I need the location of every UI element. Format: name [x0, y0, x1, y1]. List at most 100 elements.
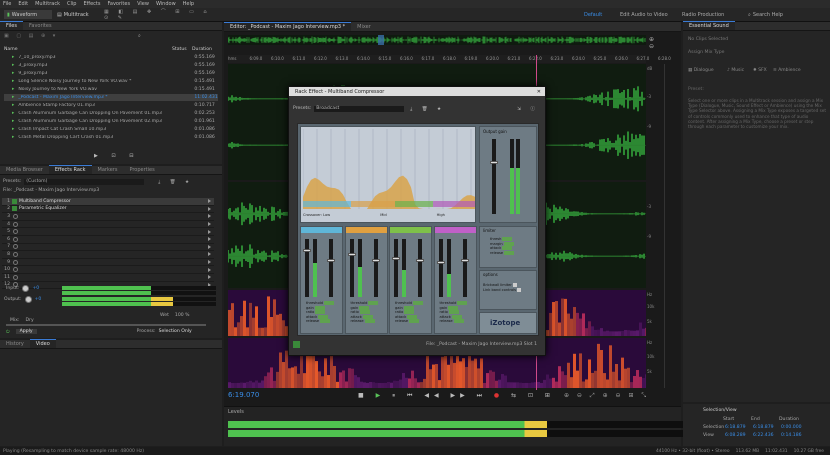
band-gain-fader[interactable]: [327, 239, 335, 297]
band-params[interactable]: threshold gain ratio attack release: [395, 301, 423, 324]
tool-icons[interactable]: ▦ ◧ ▤ ✥ ⌒ ⊞ ▭ ⌂ ⊙ ✎: [104, 9, 224, 21]
effect-slot[interactable]: 9: [2, 259, 214, 267]
waveform-button[interactable]: ▮ Waveform: [4, 10, 52, 19]
list-item[interactable]: ▸ _Podcast - Maxim Jago Interview.mp3 * 11…: [4, 94, 218, 101]
slot-power-icon[interactable]: [13, 236, 18, 242]
list-item[interactable]: ▸ Noisy Journey to New York VO.wav 0:15.49…: [4, 86, 218, 93]
list-item[interactable]: ▸ 9_proxy.mp3 0:55.169: [4, 70, 218, 77]
slot-power-icon[interactable]: [13, 244, 18, 250]
slot-power-icon[interactable]: [13, 259, 18, 265]
mix-type-music[interactable]: ♪ Music: [727, 66, 744, 75]
menu-window[interactable]: Window: [156, 1, 176, 7]
tab-markers[interactable]: Markers: [92, 166, 124, 174]
list-item[interactable]: ▸ Ambience Stamp Factory 01.mp3 0:10.717: [4, 102, 218, 109]
band-threshold-fader[interactable]: [347, 239, 356, 297]
dialog-preset-select[interactable]: Broadcast: [314, 105, 405, 112]
transport-controls[interactable]: ■ ▶ ⏸ ⏮ ◀◀ ▶▶ ⏭ ● ⇆ ⊡ ⊞: [358, 392, 555, 400]
files-transport[interactable]: ▶ ⊡ ⊟: [94, 153, 139, 159]
tab-files[interactable]: Files: [0, 21, 23, 30]
workspace-default[interactable]: Default: [584, 10, 612, 20]
menu-multitrack[interactable]: Multitrack: [35, 1, 60, 7]
effect-slot[interactable]: 1 Multiband Compressor: [2, 198, 214, 206]
band-threshold-fader[interactable]: [303, 239, 311, 297]
list-item[interactable]: ▸ Crash Metal Dropping Cart Crash 01.mp3 0…: [4, 134, 218, 141]
mix-slider[interactable]: [6, 324, 206, 326]
slot-power-icon[interactable]: [13, 221, 18, 227]
slot-menu-icon[interactable]: [208, 206, 211, 211]
preset-select[interactable]: (Custom): [24, 178, 145, 185]
waveform-overview[interactable]: [227, 35, 646, 45]
dialog-power-icon[interactable]: [293, 341, 300, 348]
process-select[interactable]: Selection Only: [159, 329, 192, 334]
menu-file[interactable]: File: [3, 1, 11, 7]
mix-type-ambience[interactable]: ≋ Ambience: [773, 66, 801, 75]
effect-slot[interactable]: 4: [2, 221, 214, 229]
output-knob[interactable]: [24, 296, 32, 303]
band-params[interactable]: threshold gain ratio attack release: [351, 301, 379, 324]
dialog-help-icons[interactable]: ⇲ ⓘ: [517, 106, 539, 112]
list-item[interactable]: ▸ Crash Impact Cat Crash Small 10.mp3 0:01…: [4, 126, 218, 133]
slot-power-icon[interactable]: [13, 267, 18, 273]
slot-menu-icon[interactable]: [208, 222, 211, 227]
tab-video[interactable]: Video: [29, 339, 56, 348]
mixer-tab[interactable]: Mixer: [351, 23, 377, 31]
slot-power-icon[interactable]: [13, 229, 18, 235]
current-time[interactable]: 6:19.070: [228, 391, 259, 399]
slot-power-icon[interactable]: [12, 198, 17, 204]
option-items[interactable]: Brickwall limiter Link band controls: [483, 283, 522, 292]
band-gain-fader[interactable]: [460, 239, 469, 297]
band-threshold-fader[interactable]: [436, 239, 445, 297]
menu-clip[interactable]: Clip: [67, 1, 76, 7]
dialog-preset-icons[interactable]: ⤓ 🗑 ★: [410, 106, 445, 112]
zoom-controls[interactable]: ⊕ ⊖ ⤢ ⊕ ⊖ ⊞ ⤡: [564, 392, 649, 400]
menu-favorites[interactable]: Favorites: [107, 1, 130, 7]
mix-type-dialogue[interactable]: ▦ Dialogue: [688, 66, 714, 75]
input-value[interactable]: +0: [32, 286, 39, 291]
menu-edit[interactable]: Edit: [18, 1, 28, 7]
band-params[interactable]: threshold gain ratio attack release: [306, 301, 334, 324]
list-item[interactable]: ▸ 3_proxy.mp3 0:55.169: [4, 62, 218, 69]
vertical-scrollbar[interactable]: [664, 64, 678, 388]
search-help[interactable]: ⌕ Search Help: [748, 10, 828, 20]
band-gain-fader[interactable]: [416, 239, 424, 297]
apply-button[interactable]: Apply: [15, 329, 37, 334]
menu-view[interactable]: View: [137, 1, 149, 7]
close-icon[interactable]: ✕: [537, 89, 541, 95]
menu-help[interactable]: Help: [183, 1, 194, 7]
slot-menu-icon[interactable]: [208, 260, 211, 265]
effect-slot[interactable]: 2 Parametric Equalizer: [2, 206, 214, 214]
output-value[interactable]: +0: [35, 297, 42, 302]
list-item[interactable]: ▸ Long Silence Noisy Journey to New York …: [4, 78, 218, 85]
slot-menu-icon[interactable]: [208, 244, 211, 249]
effect-slot[interactable]: 6: [2, 236, 214, 244]
output-gain-fader[interactable]: [490, 139, 498, 214]
effect-slot[interactable]: 8: [2, 251, 214, 259]
power-icon[interactable]: ⏻: [6, 329, 10, 335]
tab-history[interactable]: History: [0, 340, 30, 348]
tab-favorites[interactable]: Favorites: [23, 22, 58, 30]
slot-power-icon[interactable]: [13, 274, 18, 280]
band-params[interactable]: threshold gain ratio attack release: [440, 301, 468, 324]
workspace-radio-production[interactable]: Radio Production: [682, 10, 732, 20]
effect-slot[interactable]: 7: [2, 244, 214, 252]
effect-slot[interactable]: 10: [2, 266, 214, 274]
limiter-params[interactable]: thresh margin attack release: [490, 237, 515, 255]
slot-power-icon[interactable]: [12, 206, 17, 212]
list-item[interactable]: ▸ Crash Aluminum Garbage Can Dropping On …: [4, 110, 218, 117]
band-gain-fader[interactable]: [371, 239, 380, 297]
multitrack-button[interactable]: ▤ Multitrack: [54, 10, 96, 19]
input-knob[interactable]: [22, 285, 30, 292]
slot-power-icon[interactable]: [13, 213, 18, 219]
zoom-icons[interactable]: ⊕ ⊖: [649, 36, 655, 50]
list-item[interactable]: ▸ Crash Aluminum Garbage Can Dropping On …: [4, 118, 218, 125]
time-ruler[interactable]: hms 6:09.0 6:10.0 6:11.0 6:12.0 6:13.0 6:14.0 6…: [228, 55, 671, 63]
list-item[interactable]: ▸ 7_10_proxy.mp3 0:55.169: [4, 54, 218, 61]
band-threshold-fader[interactable]: [392, 239, 400, 297]
effect-slot[interactable]: 3: [2, 213, 214, 221]
files-search-icon[interactable]: ⌕: [138, 33, 141, 39]
tab-properties[interactable]: Properties: [123, 166, 160, 174]
slot-power-icon[interactable]: [13, 251, 18, 257]
slot-menu-icon[interactable]: [208, 199, 211, 204]
mix-type-sfx[interactable]: ✸ SFX: [753, 66, 767, 75]
slot-menu-icon[interactable]: [208, 252, 211, 257]
